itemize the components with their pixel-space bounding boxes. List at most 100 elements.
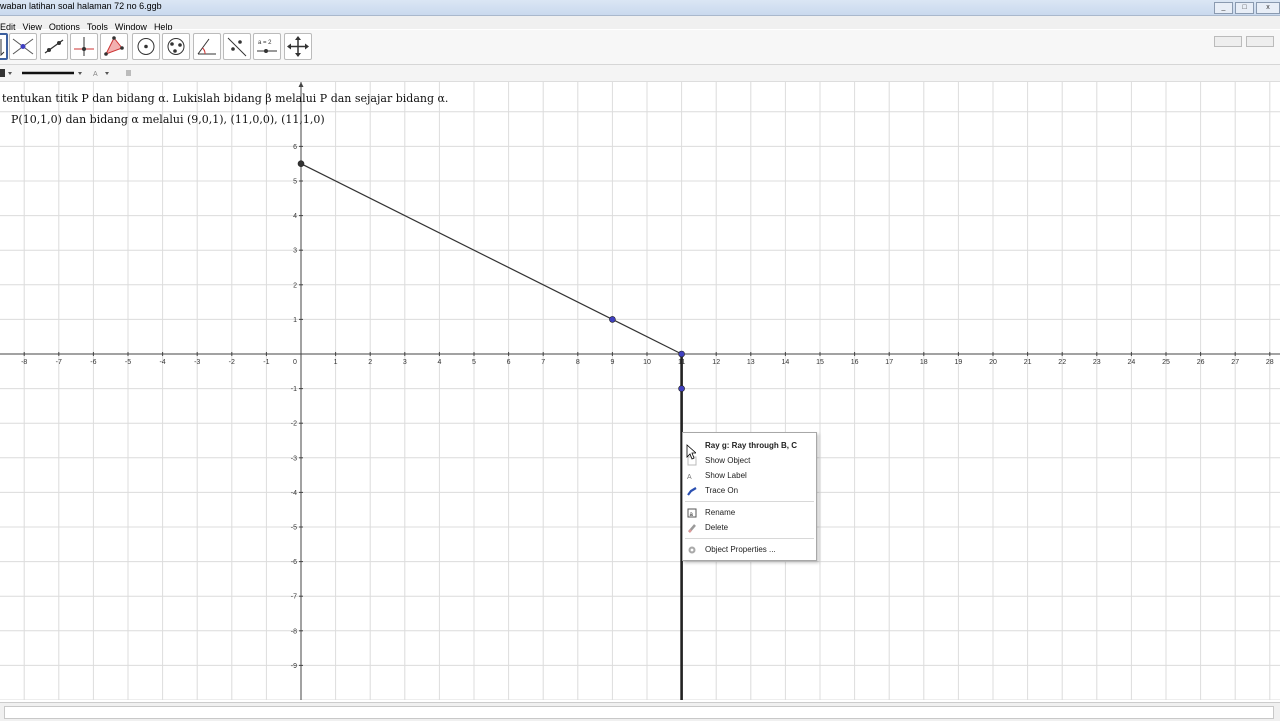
menu-item-rename[interactable]: a Rename	[683, 507, 816, 520]
move-tool-icon[interactable]	[0, 33, 8, 60]
slider-tool-icon[interactable]: a = 2	[253, 33, 281, 60]
x-tick-label: 28	[1266, 359, 1274, 366]
x-tick-label: 24	[1128, 359, 1136, 366]
problem-text-2: P(10,1,0) dan bidang α melalui (9,0,1), …	[11, 113, 325, 126]
trace-icon	[687, 487, 697, 496]
rename-icon: a	[687, 508, 697, 518]
x-tick-label: -6	[90, 359, 96, 366]
y-tick-label: 6	[293, 144, 297, 151]
y-tick-label: 5	[293, 179, 297, 186]
circle-tool-icon[interactable]	[132, 33, 160, 60]
x-tick-label: 6	[507, 359, 511, 366]
undo-button[interactable]	[1214, 36, 1242, 47]
x-tick-label: 17	[885, 359, 893, 366]
segment-line[interactable]	[300, 163, 682, 355]
x-tick-label: 22	[1058, 359, 1066, 366]
x-tick-label: 0	[293, 359, 297, 366]
x-tick-label: 4	[437, 359, 441, 366]
x-tick-label: 7	[541, 359, 545, 366]
menu-item-label: Object Properties ...	[705, 545, 776, 554]
x-tick-label: -4	[159, 359, 165, 366]
x-tick-label: -1	[263, 359, 269, 366]
menu-item-show-object[interactable]: Show Object	[683, 455, 816, 468]
color-swatch-icon[interactable]	[0, 69, 5, 77]
x-tick-label: -3	[194, 359, 200, 366]
undo-redo-group	[1210, 34, 1274, 52]
x-tick-label: 19	[955, 359, 963, 366]
x-tick-label: 2	[368, 359, 372, 366]
angle-tool-icon[interactable]	[193, 33, 221, 60]
mouse-cursor-icon	[686, 444, 696, 460]
problem-text-1: tentukan titik P dan bidang α. Lukislah …	[2, 92, 449, 105]
x-tick-label: 5	[472, 359, 476, 366]
minimize-icon[interactable]: _	[1214, 2, 1233, 14]
y-tick-label: -9	[291, 663, 297, 670]
y-tick-label: 3	[293, 248, 297, 255]
x-tick-label: 1	[334, 359, 338, 366]
input-field[interactable]	[4, 706, 1274, 719]
delete-icon	[688, 524, 696, 533]
x-tick-label: 8	[576, 359, 580, 366]
x-tick-label: 15	[816, 359, 824, 366]
input-bar	[0, 702, 1280, 721]
y-tick-label: -8	[291, 628, 297, 635]
y-tick-label: -1	[291, 386, 297, 393]
y-tick-label: -6	[291, 559, 297, 566]
label-style-icon[interactable]: A	[93, 71, 98, 78]
menu-item-trace-on[interactable]: Trace On	[683, 485, 816, 498]
chevron-down-icon[interactable]	[78, 72, 82, 75]
y-tick-label: 4	[293, 213, 297, 220]
properties-gear-icon	[688, 546, 696, 554]
close-icon[interactable]: x	[1256, 2, 1280, 14]
menu-separator	[685, 538, 814, 539]
line-tool-icon[interactable]	[40, 33, 68, 60]
x-tick-label: 20	[989, 359, 997, 366]
menu-item-label: Show Object	[705, 456, 751, 465]
reflect-tool-icon[interactable]	[223, 33, 251, 60]
x-tick-label: 12	[712, 359, 720, 366]
chevron-down-icon[interactable]	[8, 72, 12, 75]
x-tick-label: 23	[1093, 359, 1101, 366]
chevron-down-icon[interactable]	[105, 72, 109, 75]
menu-separator	[685, 501, 814, 502]
point-tool-icon[interactable]	[9, 33, 37, 60]
x-tick-label: 3	[403, 359, 407, 366]
graphics-canvas[interactable]: -8-7-6-5-4-3-2-1012345678910111213141516…	[0, 82, 1280, 700]
x-tick-label: -2	[229, 359, 235, 366]
menu-item-object-properties[interactable]: Object Properties ...	[683, 544, 816, 557]
point[interactable]	[297, 160, 305, 167]
y-tick-label: -4	[291, 490, 297, 497]
y-tick-label: -5	[291, 525, 297, 532]
menu-item-delete[interactable]: Delete	[683, 522, 816, 535]
menu-item-label: Delete	[705, 523, 729, 532]
svg-text:A: A	[687, 474, 692, 481]
maximize-icon[interactable]: □	[1235, 2, 1254, 14]
context-menu: Ray g: Ray through B, C Show Object A Sh…	[682, 432, 817, 561]
graphics-view[interactable]: -8-7-6-5-4-3-2-1012345678910111213141516…	[0, 82, 1280, 700]
polygon-tool-icon[interactable]	[100, 33, 128, 60]
menu-item-label: Trace On	[705, 486, 739, 495]
redo-button[interactable]	[1246, 36, 1274, 47]
x-tick-label: 25	[1162, 359, 1170, 366]
perpendicular-line-tool-icon[interactable]	[70, 33, 98, 60]
conic-tool-icon[interactable]	[162, 33, 190, 60]
x-tick-label: 10	[643, 359, 651, 366]
x-tick-label: 9	[610, 359, 614, 366]
x-tick-label: 16	[851, 359, 859, 366]
y-tick-label: -7	[291, 594, 297, 601]
point[interactable]	[678, 385, 685, 392]
menu-item-show-label[interactable]: A Show Label	[683, 470, 816, 483]
label-icon: A	[687, 474, 692, 481]
lock-icon[interactable]	[126, 70, 131, 76]
menu-item-label: Show Label	[705, 471, 747, 480]
y-tick-label: -3	[291, 455, 297, 462]
y-axis-arrow-icon	[298, 82, 304, 87]
y-tick-label: 1	[293, 317, 297, 324]
point[interactable]	[609, 316, 616, 323]
y-tick-label: 2	[293, 282, 297, 289]
move-graphics-view-tool-icon[interactable]	[284, 33, 312, 60]
slider-tool-label: a = 2	[258, 40, 272, 46]
point[interactable]	[678, 350, 685, 358]
context-menu-header: Ray g: Ray through B, C	[705, 441, 798, 450]
x-tick-label: -8	[21, 359, 27, 366]
